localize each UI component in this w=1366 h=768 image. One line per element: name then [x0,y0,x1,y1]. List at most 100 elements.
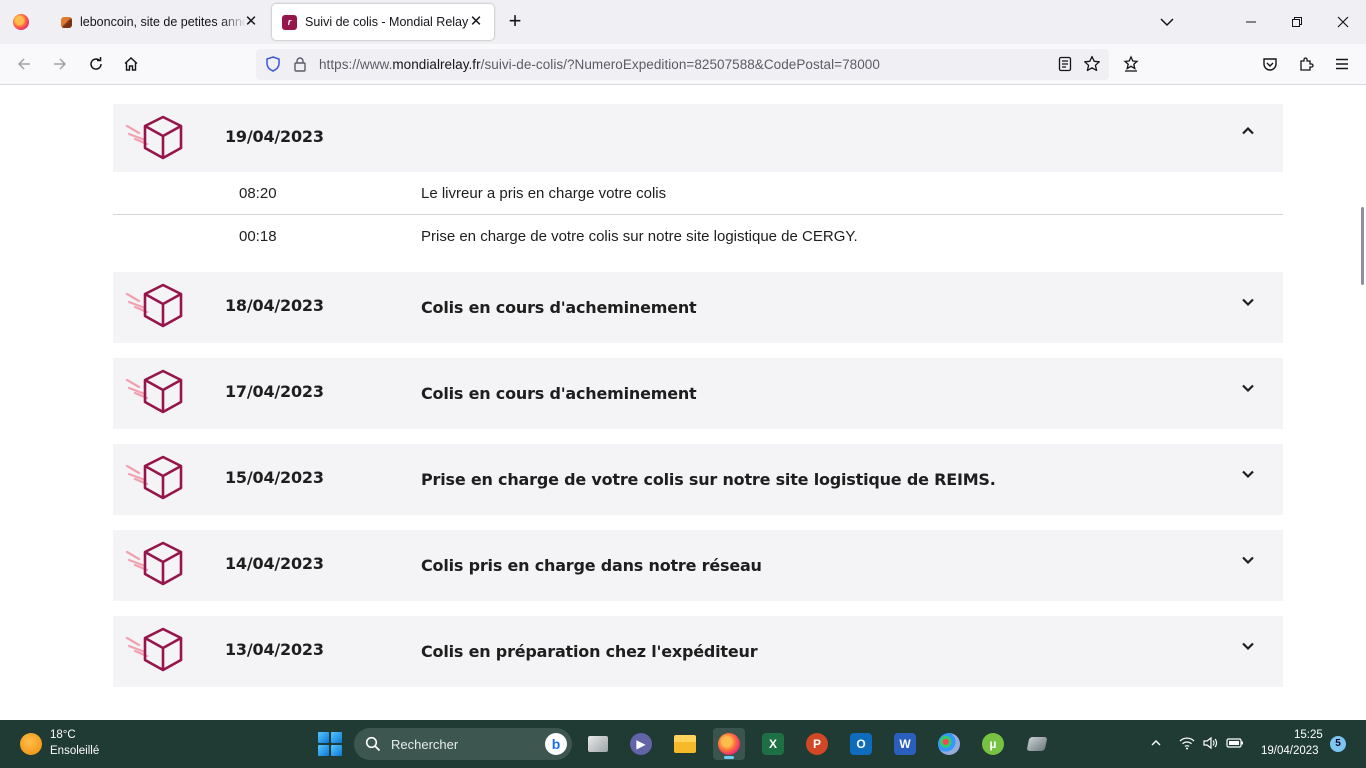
show-hidden-icons[interactable] [1147,734,1165,752]
restore-icon [1292,17,1302,27]
windows-taskbar: 18°C Ensoleillé Rechercher b ▶ X P O W µ [0,720,1366,768]
chevron-down-icon[interactable] [1240,552,1256,568]
close-tab-icon[interactable]: ✕ [242,13,260,31]
event-time: 08:20 [239,185,277,202]
forward-button[interactable] [48,52,72,76]
mondial-relay-favicon-icon: r [282,14,297,30]
firefox-view-button[interactable] [0,0,42,44]
reader-view-icon[interactable] [1057,56,1073,72]
close-icon [1337,16,1349,28]
paint-palette-icon [938,733,960,755]
tab-title: leboncoin, site de petites annonces [80,15,246,29]
list-all-tabs-icon[interactable] [1158,13,1176,31]
weather-temperature[interactable]: 18°C [50,729,76,741]
event-status: Colis en préparation chez l'expéditeur [421,642,758,661]
notification-badge[interactable]: 5 [1330,736,1346,752]
taskbar-excel[interactable]: X [757,728,789,760]
event-status: Colis en cours d'acheminement [421,298,697,317]
lock-icon[interactable] [292,56,308,72]
home-button[interactable] [119,52,143,76]
app-menu-button[interactable] [1330,52,1354,76]
outlook-icon: O [850,733,872,755]
minimize-icon [1246,21,1256,23]
tab-mondial-relay[interactable]: r Suivi de colis - Mondial Relay ✕ [272,4,494,40]
chevron-down-icon[interactable] [1240,380,1256,396]
taskbar-teams[interactable]: ▶ [625,728,657,760]
chevron-up-icon [1151,740,1161,746]
powerpoint-icon: P [806,733,828,755]
tracking-day-expanded[interactable]: 19/04/2023 [113,104,1283,172]
new-tab-button[interactable]: + [503,10,527,34]
clock-time[interactable]: 15:25 [1294,729,1323,741]
extensions-button[interactable] [1294,52,1318,76]
windows-logo-icon [318,732,329,743]
page-content: 19/04/2023 08:20 Le livreur a pris en ch… [0,85,1366,720]
bing-icon[interactable]: b [545,733,567,755]
back-button[interactable] [12,52,36,76]
page-scrollbar[interactable] [1361,207,1364,285]
app-icon [1026,737,1048,751]
tracking-protection-shield-icon[interactable] [265,56,281,72]
taskbar-utorrent[interactable]: µ [977,728,1009,760]
url-text[interactable]: https://www.mondialrelay.fr/suivi-de-col… [319,57,880,72]
taskbar-outlook[interactable]: O [845,728,877,760]
address-bar[interactable]: https://www.mondialrelay.fr/suivi-de-col… [256,49,1109,80]
tracking-day-collapsed[interactable]: 15/04/2023 Prise en charge de votre coli… [113,444,1283,515]
bookmark-star-icon[interactable] [1083,55,1101,73]
taskbar-file-explorer[interactable] [669,728,701,760]
taskbar-paint[interactable] [933,728,965,760]
taskbar-firefox[interactable] [713,728,745,760]
event-description: Le livreur a pris en charge votre colis [421,185,667,202]
chevron-down-icon[interactable] [1240,294,1256,310]
taskbar-powerpoint[interactable]: P [801,728,833,760]
weather-description[interactable]: Ensoleillé [50,745,99,757]
chevron-up-icon[interactable] [1240,123,1256,139]
start-button[interactable] [318,732,342,756]
running-indicator [724,756,734,759]
package-icon [125,455,183,500]
extension-button[interactable] [1119,52,1143,76]
tab-leboncoin[interactable]: leboncoin, site de petites annonces ✕ [49,4,269,40]
taskbar-task-view[interactable] [582,728,614,760]
tracking-day-collapsed[interactable]: 17/04/2023 Colis en cours d'acheminement [113,358,1283,429]
teams-chat-icon: ▶ [630,733,652,755]
sunny-weather-icon[interactable] [20,733,42,755]
event-date: 13/04/2023 [225,640,324,659]
event-date: 15/04/2023 [225,468,324,487]
clock-date[interactable]: 19/04/2023 [1261,745,1319,757]
word-icon: W [894,733,916,755]
close-window-button[interactable] [1320,0,1366,44]
close-tab-icon[interactable]: ✕ [467,13,485,31]
hamburger-menu-icon [1336,58,1348,70]
firefox-icon [13,14,29,30]
tracking-day-collapsed[interactable]: 13/04/2023 Colis en préparation chez l'e… [113,616,1283,687]
battery-status[interactable] [1226,734,1244,752]
url-prefix: https://www. [319,57,393,72]
tab-title: Suivi de colis - Mondial Relay [305,15,469,29]
puzzle-piece-icon [1300,57,1314,71]
chevron-down-icon[interactable] [1240,638,1256,654]
tab-bar: leboncoin, site de petites annonces ✕ r … [0,0,1366,44]
package-icon [125,283,183,328]
url-path: /suivi-de-colis/?NumeroExpedition=825075… [480,57,880,72]
chevron-down-icon[interactable] [1240,466,1256,482]
event-date: 19/04/2023 [225,127,324,146]
tracking-day-collapsed[interactable]: 18/04/2023 Colis en cours d'acheminement [113,272,1283,343]
volume-status[interactable] [1201,734,1219,752]
restore-button[interactable] [1274,0,1320,44]
reload-icon [90,57,102,70]
pocket-button[interactable] [1258,52,1282,76]
event-date: 14/04/2023 [225,554,324,573]
taskbar-search[interactable]: Rechercher b [354,728,572,760]
taskbar-other-app[interactable] [1021,728,1053,760]
taskbar-word[interactable]: W [889,728,921,760]
wifi-status[interactable] [1178,734,1196,752]
utorrent-icon: µ [982,733,1004,755]
tracking-day-collapsed[interactable]: 14/04/2023 Colis pris en charge dans not… [113,530,1283,601]
leboncoin-favicon-icon [61,16,72,28]
speaker-icon [1203,736,1218,750]
reload-button[interactable] [84,52,108,76]
excel-icon: X [762,733,784,755]
package-icon [125,541,183,586]
minimize-button[interactable] [1228,0,1274,44]
